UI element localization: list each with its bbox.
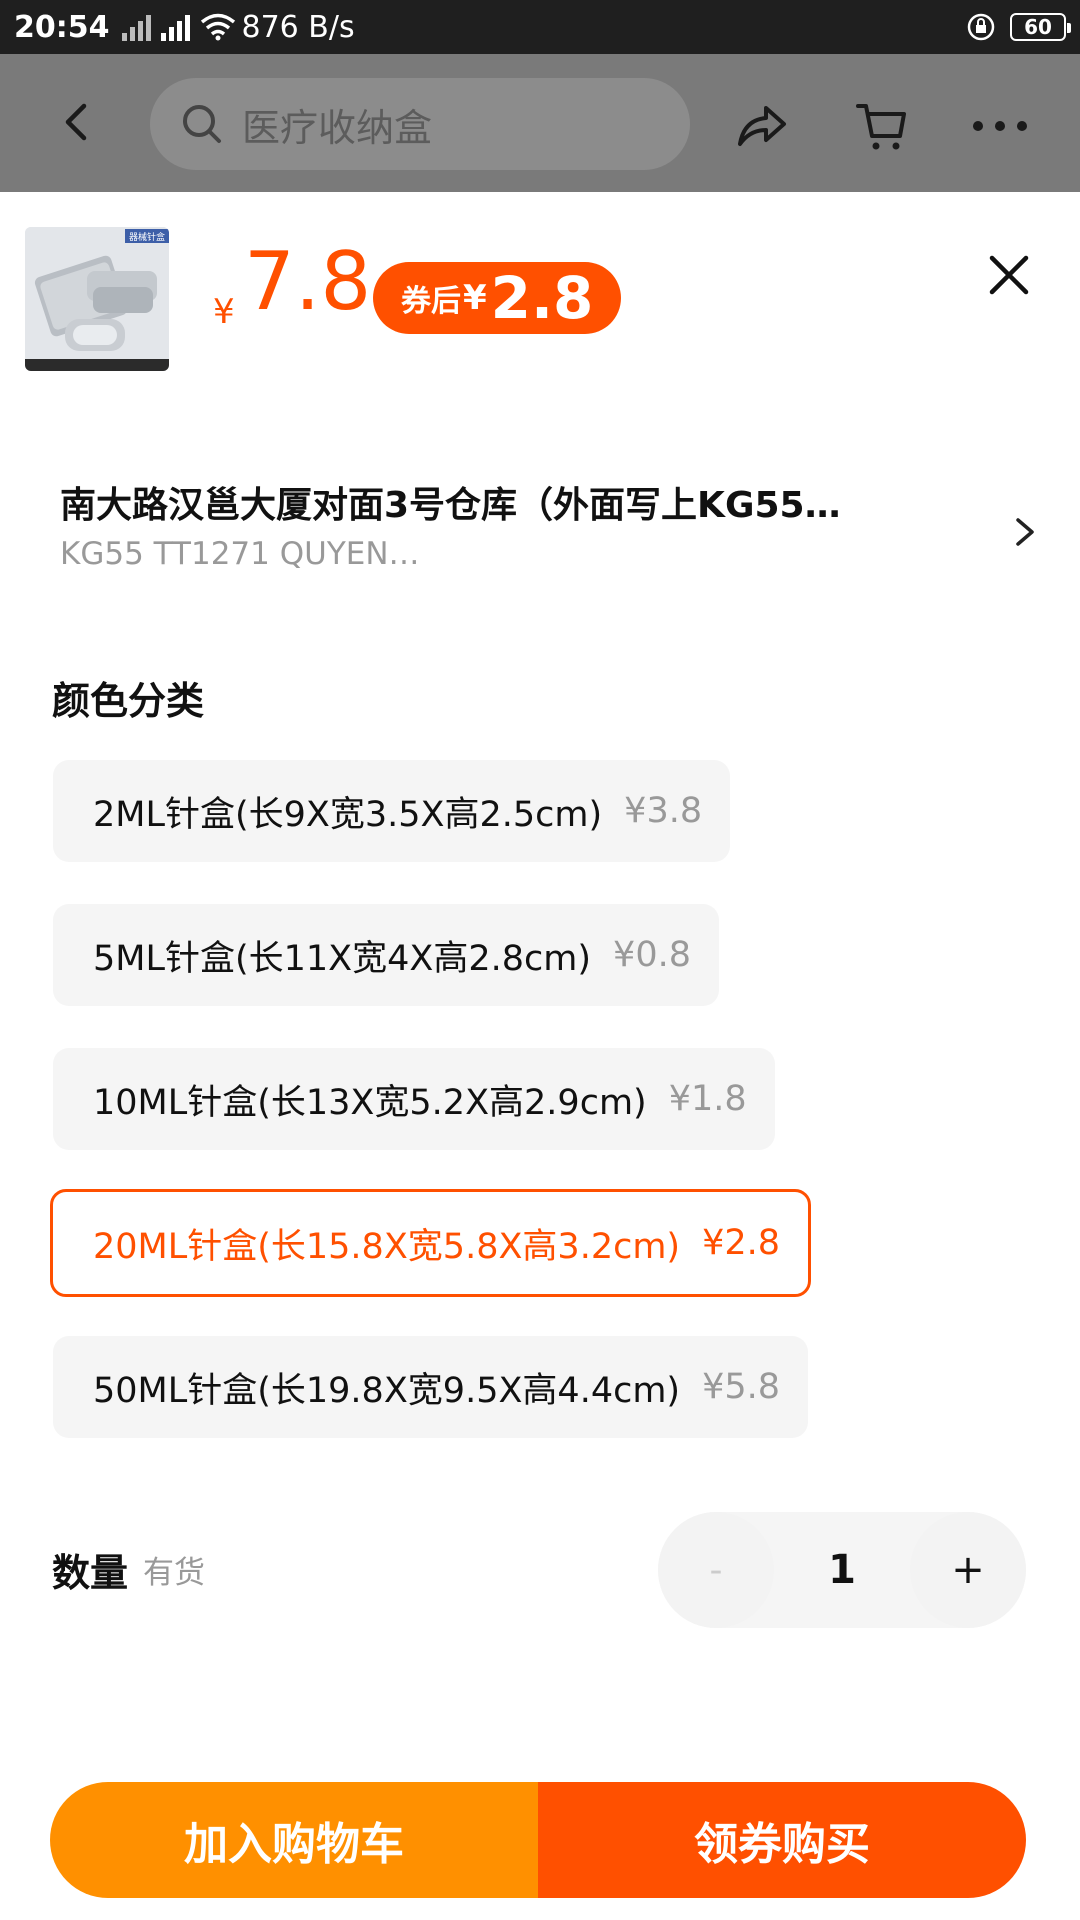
sku-option-price: ¥0.8: [613, 935, 691, 975]
sku-option-10ml[interactable]: 10ML针盒(长13X宽5.2X高2.9cm) ¥1.8: [53, 1048, 775, 1150]
sku-option-label: 5ML针盒(长11X宽4X高2.8cm): [93, 938, 592, 979]
stock-status: 有货: [143, 1555, 205, 1591]
coupon-price: 2.8: [490, 264, 594, 332]
battery-indicator: 60: [1010, 13, 1071, 41]
search-input[interactable]: 医疗收纳盒: [150, 78, 690, 170]
sku-option-price: ¥2.8: [702, 1223, 781, 1263]
sku-option-label: 10ML针盒(长13X宽5.2X高2.9cm): [93, 1082, 647, 1123]
quantity-value[interactable]: 1: [774, 1512, 910, 1628]
thumbnail-tag: 器械针盒: [129, 231, 165, 243]
shipping-address[interactable]: 南大路汉邕大厦对面3号仓库（外面写上KG55… KG55 TT1271 QUYE…: [0, 462, 1080, 592]
network-speed: 876 B/s: [241, 9, 355, 45]
sku-option-label: 20ML针盒(长15.8X宽5.8X高3.2cm): [93, 1226, 681, 1267]
battery-level: 60: [1024, 15, 1052, 39]
cart-icon[interactable]: [854, 98, 910, 154]
signal-4g-icon: [160, 13, 190, 41]
sku-option-price: ¥1.8: [668, 1079, 747, 1119]
chevron-right-icon: [1016, 518, 1034, 546]
top-nav: 医疗收纳盒: [0, 54, 1080, 192]
increase-button[interactable]: +: [910, 1512, 1026, 1628]
coupon-price-badge: 券后 ¥ 2.8: [373, 262, 622, 334]
sku-option-2ml[interactable]: 2ML针盒(长9X宽3.5X高2.5cm) ¥3.8: [53, 760, 731, 862]
product-price: 7.8: [244, 235, 372, 328]
more-icon[interactable]: [970, 98, 1030, 154]
coupon-buy-button[interactable]: 领券购买: [538, 1782, 1026, 1898]
sku-option-label: 50ML针盒(长19.8X宽9.5X高4.4cm): [93, 1370, 681, 1411]
price-currency: ¥: [213, 292, 235, 332]
signal-icon: [121, 13, 151, 41]
close-icon[interactable]: [986, 252, 1032, 298]
sku-option-50ml[interactable]: 50ML针盒(长19.8X宽9.5X高4.4cm) ¥5.8: [53, 1336, 809, 1438]
coupon-label: 券后: [401, 284, 461, 319]
status-bar: 20:54 876 B/s 60: [0, 0, 1080, 54]
address-line: 南大路汉邕大厦对面3号仓库（外面写上KG55…: [60, 485, 841, 526]
decrease-button[interactable]: -: [658, 1512, 774, 1628]
quantity-label: 数量: [52, 1551, 129, 1595]
wifi-icon: [200, 13, 235, 41]
coupon-currency: ¥: [463, 278, 487, 318]
share-icon[interactable]: [734, 98, 790, 154]
sku-option-5ml[interactable]: 5ML针盒(长11X宽4X高2.8cm) ¥0.8: [53, 904, 719, 1006]
search-icon: [183, 105, 221, 143]
search-placeholder: 医疗收纳盒: [242, 105, 433, 150]
options-section-title: 颜色分类: [52, 679, 205, 723]
sku-option-label: 2ML针盒(长9X宽3.5X高2.5cm): [93, 794, 603, 835]
quantity-stepper: - 1 +: [658, 1512, 1026, 1628]
product-thumbnail[interactable]: 器械针盒: [25, 227, 169, 371]
rotation-lock-icon: [967, 13, 995, 41]
back-icon[interactable]: [56, 100, 100, 144]
sku-selector-sheet: 器械针盒 ¥ 7.8 券后 ¥ 2.8 南大路汉邕大厦对面3号仓库（外面写上KG…: [0, 192, 1080, 1920]
action-bar: 加入购物车 领券购买: [50, 1782, 1026, 1898]
add-to-cart-button[interactable]: 加入购物车: [50, 1782, 538, 1898]
sku-option-20ml-selected[interactable]: 20ML针盒(长15.8X宽5.8X高3.2cm) ¥2.8: [50, 1189, 812, 1297]
status-time: 20:54: [14, 9, 110, 45]
sku-option-price: ¥3.8: [624, 791, 703, 831]
sku-option-price: ¥5.8: [702, 1367, 781, 1407]
address-recipient: KG55 TT1271 QUYEN…: [60, 536, 420, 572]
